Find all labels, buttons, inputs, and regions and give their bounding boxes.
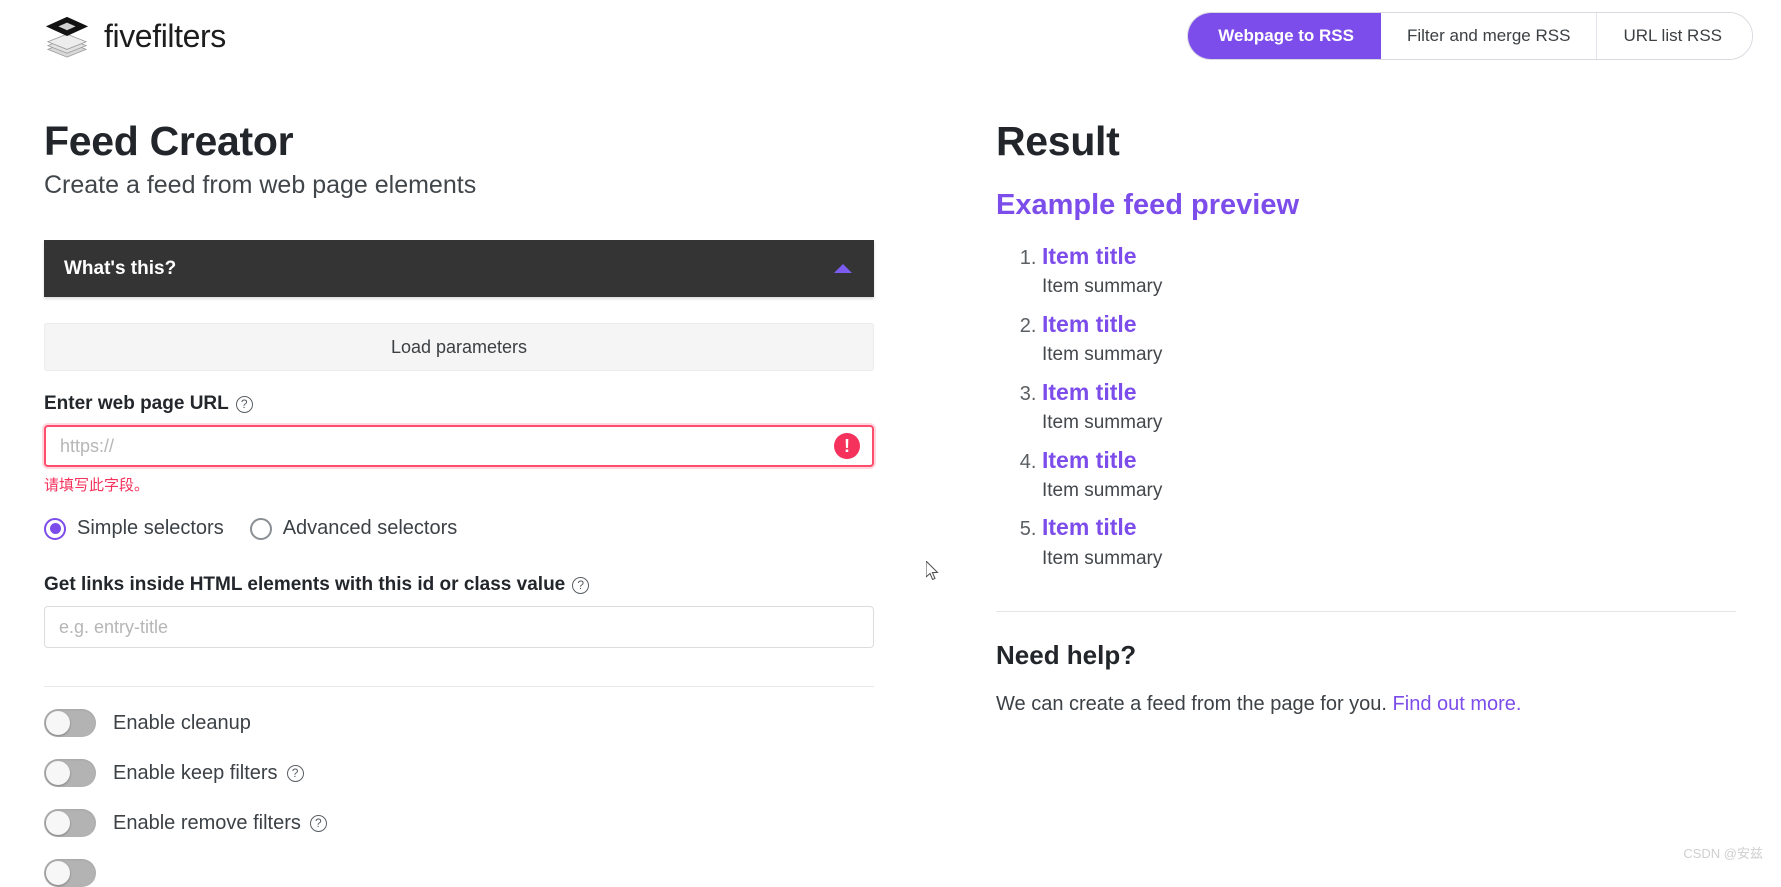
page-subtitle: Create a feed from web page elements: [44, 171, 477, 199]
brand-name: fivefilters: [104, 17, 226, 54]
whats-this-label: What's this?: [64, 257, 177, 279]
list-item: Item title Item summary: [1042, 511, 1736, 577]
need-help-title: Need help?: [996, 640, 1137, 671]
nav-url-list-rss[interactable]: URL list RSS: [1597, 13, 1752, 59]
feed-creator-panel: Feed Creator Create a feed from web page…: [44, 72, 874, 887]
example-feed-preview-link[interactable]: Example feed preview: [996, 189, 1736, 222]
nav-button-group: Webpage to RSS Filter and merge RSS URL …: [1187, 12, 1753, 60]
toggle-enable-keep-filters-text: Enable keep filters: [113, 761, 278, 784]
list-item: Item title Item summary: [1042, 444, 1736, 510]
page-title: Feed Creator: [44, 118, 294, 164]
need-help-text: We can create a feed from the page for y…: [996, 693, 1736, 716]
nav-webpage-to-rss[interactable]: Webpage to RSS: [1188, 13, 1381, 59]
item-summary: Item summary: [1042, 479, 1163, 501]
url-field-label-text: Enter web page URL: [44, 393, 229, 414]
result-title: Result: [996, 118, 1120, 164]
page-body: Feed Creator Create a feed from web page…: [0, 72, 1781, 887]
radio-simple-selectors[interactable]: Simple selectors: [44, 517, 224, 540]
radio-simple-selectors-dot[interactable]: [44, 517, 66, 540]
toggle-enable-keep-filters-label: Enable keep filters ?: [113, 762, 304, 785]
item-summary: Item summary: [1042, 547, 1163, 569]
url-input-wrapper: !: [44, 425, 874, 467]
links-input[interactable]: [44, 606, 874, 648]
item-summary: Item summary: [1042, 276, 1163, 298]
nav-filter-and-merge-rss[interactable]: Filter and merge RSS: [1380, 13, 1598, 59]
top-header: fivefilters Webpage to RSS Filter and me…: [0, 0, 1781, 72]
result-panel: Result Example feed preview Item title I…: [996, 72, 1736, 887]
help-icon[interactable]: ?: [286, 764, 304, 782]
chevron-up-icon[interactable]: [834, 264, 852, 273]
links-field-label-text: Get links inside HTML elements with this…: [44, 574, 566, 595]
feed-item-list: Item title Item summary Item title Item …: [996, 240, 1736, 577]
item-title-link[interactable]: Item title: [1042, 308, 1736, 341]
list-item: Item title Item summary: [1042, 376, 1736, 442]
section-divider: [44, 686, 874, 687]
item-summary: Item summary: [1042, 344, 1163, 366]
load-parameters-button[interactable]: Load parameters: [44, 323, 874, 371]
item-title-link[interactable]: Item title: [1042, 444, 1736, 477]
toggle-enable-keep-filters[interactable]: [44, 759, 96, 787]
watermark: CSDN @安兹: [1683, 846, 1763, 861]
toggle-partial[interactable]: [44, 859, 96, 887]
toggle-enable-remove-filters[interactable]: [44, 809, 96, 837]
fivefilters-logo-icon: [45, 16, 89, 58]
help-icon[interactable]: ?: [309, 814, 327, 832]
need-help-sentence: We can create a feed from the page for y…: [996, 693, 1387, 716]
item-title-link[interactable]: Item title: [1042, 511, 1736, 544]
toggle-row-enable-keep-filters[interactable]: Enable keep filters ?: [44, 759, 874, 787]
links-input-wrapper: [44, 606, 874, 648]
radio-advanced-selectors-label: Advanced selectors: [282, 517, 458, 539]
toggle-enable-cleanup-label: Enable cleanup: [113, 711, 251, 734]
error-icon: !: [834, 433, 860, 459]
toggle-row-enable-remove-filters[interactable]: Enable remove filters ?: [44, 809, 874, 837]
toggle-enable-cleanup[interactable]: [44, 709, 96, 737]
list-item: Item title Item summary: [1042, 240, 1736, 306]
item-title-link[interactable]: Item title: [1042, 240, 1736, 273]
toggle-row-partial[interactable]: [44, 859, 874, 887]
find-out-more-link[interactable]: Find out more.: [1393, 693, 1522, 715]
radio-simple-selectors-label: Simple selectors: [77, 517, 224, 539]
toggle-row-enable-cleanup[interactable]: Enable cleanup: [44, 709, 874, 737]
list-item: Item title Item summary: [1042, 308, 1736, 374]
url-field-label: Enter web page URL ?: [44, 393, 874, 415]
whats-this-accordion[interactable]: What's this?: [44, 240, 874, 297]
help-icon[interactable]: ?: [235, 395, 253, 413]
column-spacer: [874, 72, 996, 887]
radio-advanced-selectors[interactable]: Advanced selectors: [249, 517, 458, 540]
brand-logo[interactable]: fivefilters: [44, 13, 226, 59]
help-icon[interactable]: ?: [572, 576, 590, 594]
item-title-link[interactable]: Item title: [1042, 376, 1736, 409]
item-summary: Item summary: [1042, 412, 1163, 434]
links-field-label: Get links inside HTML elements with this…: [44, 574, 874, 596]
url-error-message: 请填写此字段。: [44, 477, 150, 494]
url-input[interactable]: [44, 425, 874, 467]
selector-mode-radio-group: Simple selectors Advanced selectors: [44, 517, 874, 540]
toggle-enable-remove-filters-label: Enable remove filters ?: [113, 812, 327, 835]
radio-advanced-selectors-dot[interactable]: [249, 517, 272, 540]
toggle-enable-remove-filters-text: Enable remove filters: [113, 811, 301, 834]
result-divider: [996, 611, 1736, 613]
